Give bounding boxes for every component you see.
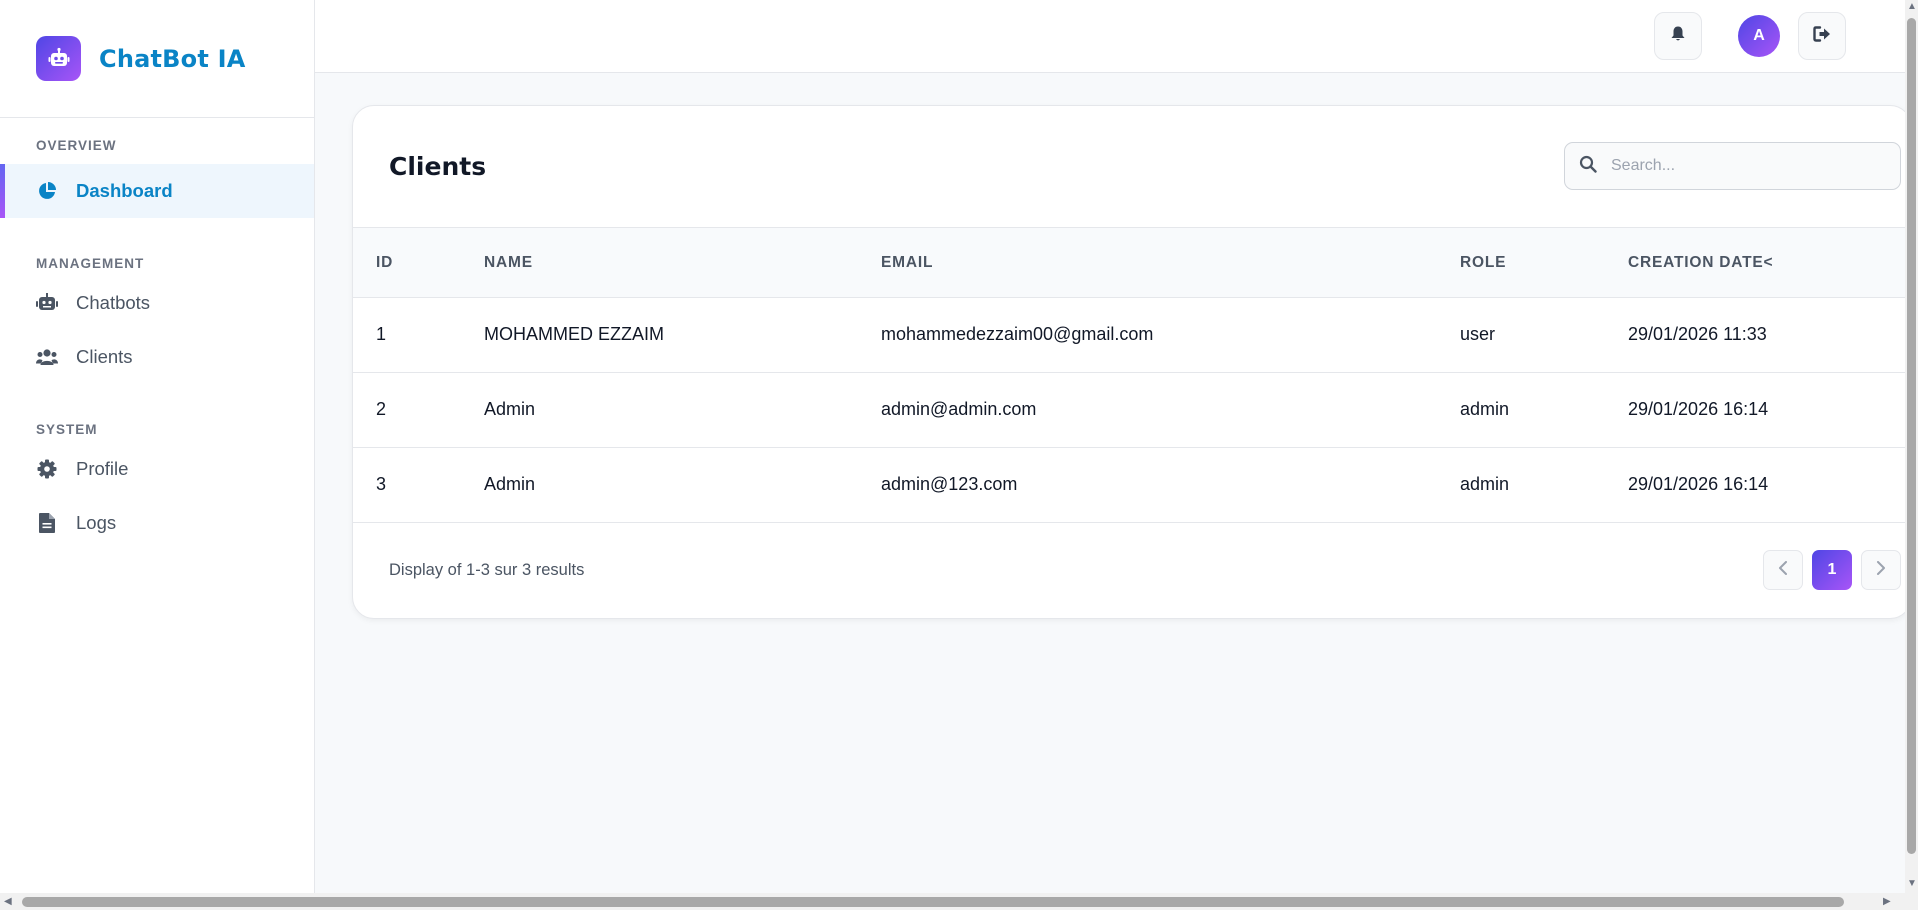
robot-icon (36, 292, 58, 314)
sidebar-item-profile[interactable]: Profile (0, 442, 314, 496)
column-header-id[interactable]: ID (376, 254, 393, 272)
table-header: ID NAME EMAIL ROLE CREATION DATE< (353, 227, 1911, 298)
cell-role: admin (1460, 474, 1510, 494)
top-bar: A (315, 0, 1905, 73)
scroll-down-arrow-icon[interactable]: ▼ (1907, 879, 1917, 889)
cell-id: 1 (376, 324, 387, 344)
users-icon (36, 346, 58, 368)
sidebar-item-dashboard[interactable]: Dashboard (0, 164, 314, 218)
sidebar: ChatBot IA OVERVIEW Dashboard MANAGEMENT… (0, 0, 315, 893)
file-icon (36, 512, 58, 534)
cell-created: 29/01/2026 11:33 (1628, 324, 1767, 344)
cell-name: Admin (484, 399, 536, 419)
avatar[interactable]: A (1738, 15, 1780, 57)
column-header-created[interactable]: CREATION DATE< (1628, 254, 1773, 272)
cell-role: admin (1460, 399, 1510, 419)
clients-card: Clients ID NAME EMAIL ROLE CREATION DATE… (352, 105, 1912, 619)
pagination-next-button[interactable] (1861, 550, 1901, 590)
cell-email: admin@123.com (881, 474, 1018, 494)
cell-created: 29/01/2026 16:14 (1628, 399, 1769, 419)
robot-icon (36, 36, 81, 81)
scroll-right-arrow-icon[interactable]: ▶ (1883, 897, 1891, 907)
sidebar-item-chatbots[interactable]: Chatbots (0, 276, 314, 330)
section-label-overview: OVERVIEW (36, 138, 117, 153)
notification-button[interactable] (1654, 12, 1702, 60)
table-row[interactable]: 1 MOHAMMED EZZAIM mohammedezzaim00@gmail… (353, 298, 1911, 373)
cell-email: mohammedezzaim00@gmail.com (881, 324, 1154, 344)
vertical-scrollbar-thumb[interactable] (1907, 18, 1916, 854)
gear-icon (36, 458, 58, 480)
cell-role: user (1460, 324, 1496, 344)
brand-title: ChatBot IA (99, 44, 246, 73)
results-summary: Display of 1-3 sur 3 results (389, 561, 585, 579)
cell-id: 3 (376, 474, 387, 494)
pagination-page-button[interactable]: 1 (1812, 550, 1852, 590)
sidebar-item-label: Dashboard (76, 180, 173, 201)
scroll-left-arrow-icon[interactable]: ◀ (4, 897, 12, 907)
search-icon (1579, 155, 1597, 178)
vertical-scrollbar[interactable]: ▲ ▼ (1905, 0, 1918, 893)
chevron-left-icon (1778, 560, 1788, 580)
cell-name: MOHAMMED EZZAIM (484, 324, 664, 344)
logout-icon (1813, 25, 1831, 47)
horizontal-scrollbar[interactable]: ◀ ▶ (0, 893, 1918, 910)
table-row[interactable]: 2 Admin admin@admin.com admin 29/01/2026… (353, 373, 1911, 448)
sidebar-item-label: Clients (76, 346, 133, 367)
cell-id: 2 (376, 399, 387, 419)
pagination-prev-button[interactable] (1763, 550, 1803, 590)
bell-icon (1671, 26, 1685, 47)
logout-button[interactable] (1798, 12, 1846, 60)
cell-created: 29/01/2026 16:14 (1628, 474, 1769, 494)
search-input[interactable] (1611, 157, 1871, 175)
cell-email: admin@admin.com (881, 399, 1037, 419)
chevron-right-icon (1876, 560, 1886, 580)
horizontal-scrollbar-thumb[interactable] (22, 897, 1844, 907)
search-box[interactable] (1564, 142, 1901, 190)
cell-name: Admin (484, 474, 536, 494)
sidebar-item-clients[interactable]: Clients (0, 330, 314, 384)
page-title: Clients (389, 152, 487, 181)
sidebar-item-logs[interactable]: Logs (0, 496, 314, 550)
column-header-name[interactable]: NAME (484, 254, 533, 272)
scroll-up-arrow-icon[interactable]: ▲ (1907, 2, 1917, 12)
sidebar-item-label: Logs (76, 512, 117, 533)
section-label-management: MANAGEMENT (36, 256, 145, 271)
section-label-system: SYSTEM (36, 422, 98, 437)
sidebar-item-label: Chatbots (76, 292, 151, 313)
sidebar-item-label: Profile (76, 458, 129, 479)
brand[interactable]: ChatBot IA (0, 0, 314, 118)
pie-chart-icon (36, 180, 58, 202)
table-row[interactable]: 3 Admin admin@123.com admin 29/01/2026 1… (353, 448, 1911, 523)
column-header-email[interactable]: EMAIL (881, 254, 933, 272)
column-header-role[interactable]: ROLE (1460, 254, 1506, 272)
